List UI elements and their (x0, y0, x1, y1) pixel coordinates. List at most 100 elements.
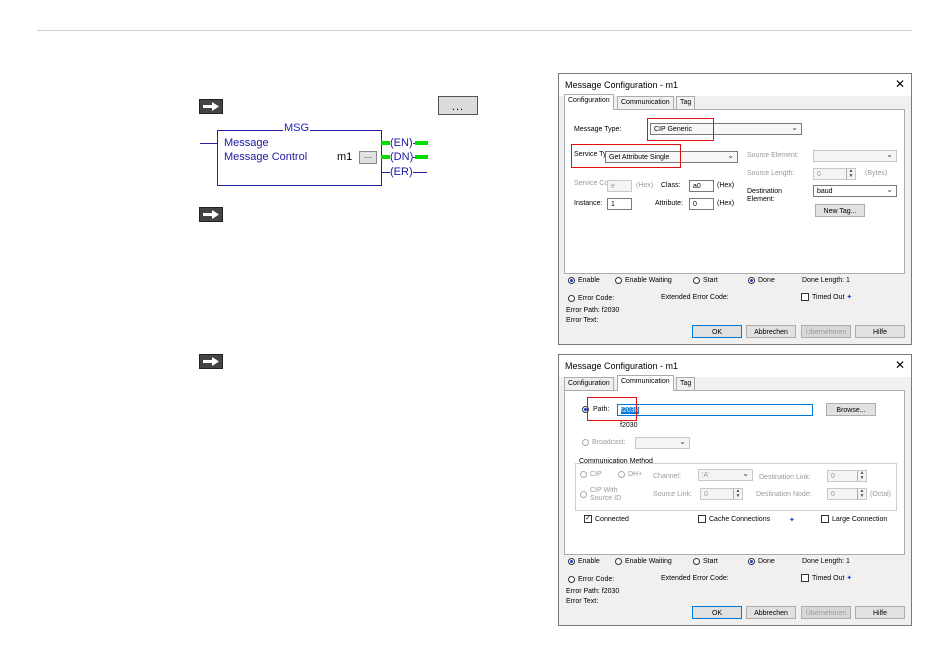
done-length: Done Length: 1 (802, 277, 850, 284)
channel-select[interactable]: 'A' (698, 468, 753, 481)
rung-wire (200, 143, 217, 144)
highlight-box (571, 144, 681, 168)
configuration-panel: Message Type: CIP Generic Service Type: … (564, 109, 905, 274)
large-connection-label: Large Connection (832, 516, 888, 523)
en-coil: (EN) (390, 137, 413, 149)
class-label: Class: (661, 182, 681, 189)
timed-out-label: Timed Out ✦ (812, 294, 853, 301)
done-indicator (748, 558, 755, 565)
enable-waiting-indicator (615, 558, 622, 565)
cancel-button[interactable]: Abbrechen (746, 606, 796, 619)
error-text: Error Text: (566, 598, 599, 605)
source-link-field[interactable]: 0 ▲ ▼ (700, 488, 743, 500)
broadcast-label: Broadcast: (592, 439, 626, 446)
enable-waiting-label: Enable Waiting (625, 558, 672, 565)
highlight-box (647, 118, 714, 141)
new-tag-button[interactable]: New Tag... (815, 204, 865, 217)
highlight-box (587, 397, 637, 421)
enable-indicator (568, 277, 575, 284)
arrow-right-icon (199, 354, 223, 369)
enable-label: Enable (578, 558, 600, 565)
cip-source-radio[interactable] (580, 491, 587, 498)
close-icon[interactable]: ✕ (895, 358, 905, 372)
error-code-label: Error Code: (578, 576, 615, 583)
timed-out-checkbox[interactable] (801, 574, 809, 582)
dn-energized (415, 155, 428, 159)
large-connection-checkbox[interactable] (821, 515, 829, 523)
hex-unit-label: (Hex) (636, 182, 654, 189)
tab-communication[interactable]: Communication (617, 96, 674, 109)
timed-out-label: Timed Out ✦ (812, 575, 853, 582)
start-label: Start (703, 277, 718, 284)
instance-field[interactable]: 1 (607, 198, 632, 210)
instance-label: Instance: (574, 200, 603, 207)
ok-button[interactable]: OK (692, 606, 742, 619)
cip-radio[interactable] (580, 471, 587, 478)
broadcast-radio[interactable] (582, 439, 589, 446)
done-label: Done (758, 558, 775, 565)
hex-unit-label: (Hex) (717, 200, 735, 207)
error-path: Error Path: f2030 (566, 307, 620, 314)
apply-button[interactable]: Übernehmen (801, 606, 851, 619)
message-control-label: Message Control (224, 151, 308, 163)
class-field[interactable]: a0 (689, 180, 714, 192)
error-code-label: Error Code: (578, 295, 615, 302)
path-input[interactable]: f2030 (617, 404, 813, 416)
en-energized (415, 141, 428, 145)
message-control-value: m1 (337, 151, 353, 163)
tab-configuration[interactable]: Configuration (564, 377, 614, 390)
destination-node-label: Destination Node: (756, 491, 812, 498)
arrow-right-icon (199, 207, 223, 222)
connected-label: Connected (595, 516, 629, 523)
source-length-field[interactable]: 0 ▲ ▼ (813, 168, 856, 180)
start-label: Start (703, 558, 718, 565)
control-browse-button[interactable]: ... (359, 151, 377, 164)
message-config-dialog-communication: Message Configuration - m1 ✕ Configurati… (558, 354, 912, 626)
done-length: Done Length: 1 (802, 558, 850, 565)
bytes-unit-label: (Bytes) (865, 170, 888, 177)
timed-out-checkbox[interactable] (801, 293, 809, 301)
destination-link-field[interactable]: 0 ▲ ▼ (827, 470, 867, 482)
apply-button[interactable]: Übernehmen (801, 325, 851, 338)
dhplus-radio[interactable] (618, 471, 625, 478)
cache-connections-label: Cache Connections (709, 516, 771, 523)
enable-indicator (568, 558, 575, 565)
channel-label: Channel: (653, 473, 682, 480)
hex-unit-label: (Hex) (717, 182, 735, 189)
arrow-right-icon (199, 99, 223, 114)
broadcast-select[interactable] (635, 436, 690, 449)
cip-source-label: CIP With Source ID (590, 487, 622, 502)
help-button[interactable]: Hilfe (855, 606, 905, 619)
browse-button[interactable]: Browse... (826, 403, 876, 416)
cancel-button[interactable]: Abbrechen (746, 325, 796, 338)
tab-communication[interactable]: Communication (617, 375, 674, 391)
er-coil: (ER) (390, 166, 413, 178)
attribute-field[interactable]: 0 (689, 198, 714, 210)
ok-button[interactable]: OK (692, 325, 742, 338)
connected-checkbox[interactable]: ✓ (584, 515, 592, 523)
destination-element-select[interactable]: baud (813, 184, 897, 197)
dhplus-label: DH+ (628, 471, 643, 478)
source-length-label: Source Length: (747, 170, 795, 177)
enable-waiting-label: Enable Waiting (625, 277, 672, 284)
source-element-select[interactable] (813, 149, 897, 162)
msg-title: MSG (283, 122, 311, 134)
tab-tag[interactable]: Tag (676, 96, 696, 109)
error-code-indicator (568, 295, 575, 302)
service-code-field[interactable]: e (607, 180, 632, 192)
tab-tag[interactable]: Tag (676, 377, 696, 390)
octal-unit-label: (Octal) (870, 491, 891, 498)
enable-label: Enable (578, 277, 600, 284)
error-text: Error Text: (566, 317, 599, 324)
start-indicator (693, 277, 700, 284)
error-path: Error Path: f2030 (566, 588, 620, 595)
destination-node-field[interactable]: 0 ▲ ▼ (827, 488, 867, 500)
close-icon[interactable]: ✕ (895, 77, 905, 91)
destination-link-label: Destination Link: (759, 474, 811, 481)
cache-connections-checkbox[interactable] (698, 515, 706, 523)
attribute-label: Attribute: (655, 200, 684, 207)
ellipsis-button[interactable]: ... (438, 96, 478, 115)
dn-coil: (DN) (390, 151, 414, 163)
tab-configuration[interactable]: Configuration (564, 94, 614, 110)
help-button[interactable]: Hilfe (855, 325, 905, 338)
